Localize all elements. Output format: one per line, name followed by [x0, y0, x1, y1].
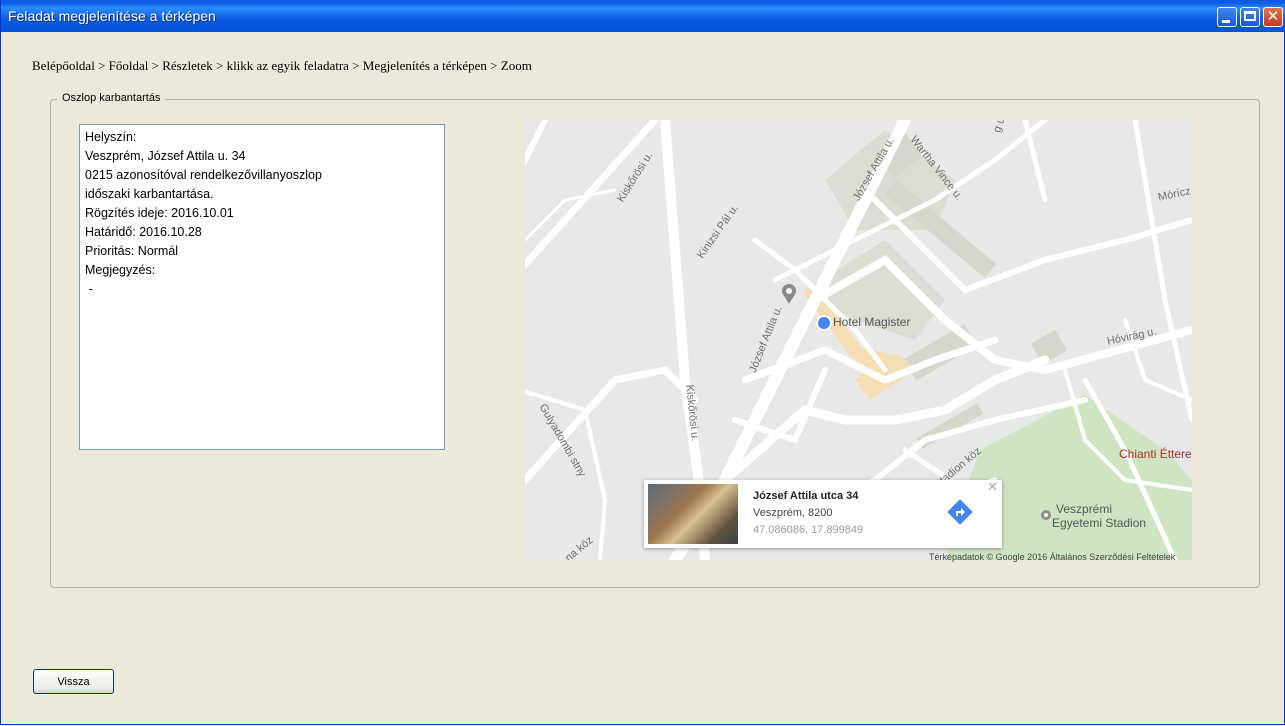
stadium-label-line1[interactable]: Veszprémi [1056, 502, 1112, 516]
detail-line: Rögzítés ideje: 2016.10.01 [85, 206, 234, 220]
current-location-icon [816, 315, 832, 331]
group-box-legend: Oszlop karbantartás [57, 92, 166, 104]
street-view-thumbnail[interactable] [648, 484, 738, 544]
maximize-icon [1244, 11, 1256, 21]
minimize-icon [1222, 20, 1230, 23]
maximize-button[interactable] [1240, 7, 1260, 27]
detail-line: Veszprém, József Attila u. 34 [85, 149, 246, 163]
detail-line: 0215 azonosítóval rendelkezővillanyoszlo… [85, 168, 322, 182]
card-coordinates: 47.086086, 17.899849 [753, 524, 864, 536]
title-bar[interactable]: Feladat megjelenítése a térképen ✕ [1, 0, 1285, 32]
directions-icon[interactable] [947, 499, 973, 525]
detail-line: Prioritás: Normál [85, 244, 179, 258]
stadium-icon [1041, 510, 1051, 520]
card-close-icon[interactable]: ✕ [987, 480, 998, 495]
detail-line: Határidő: 2016.10.28 [85, 225, 202, 239]
back-button[interactable]: Vissza [33, 669, 114, 694]
stadium-label-line2[interactable]: Egyetemi Stadion [1052, 516, 1146, 530]
close-button[interactable]: ✕ [1263, 7, 1283, 27]
application-window: Feladat megjelenítése a térképen ✕ Belép… [0, 0, 1285, 725]
detail-line: Helyszín: [85, 130, 137, 144]
window-title: Feladat megjelenítése a térképen [8, 8, 216, 24]
card-address-title: József Attila utca 34 [753, 490, 859, 502]
map-attribution[interactable]: Térképadatok © Google 2016 Általános Sze… [929, 552, 1175, 562]
breadcrumb: Belépőoldal > Főoldal > Részletek > klik… [32, 58, 532, 73]
minimize-button[interactable] [1217, 7, 1237, 27]
detail-line: időszaki karbantartása. [85, 187, 214, 201]
map-info-card[interactable]: József Attila utca 34 Veszprém, 8200 47.… [644, 480, 1002, 548]
close-icon: ✕ [1266, 7, 1280, 25]
detail-line: Megjegyzés: [85, 263, 156, 277]
hotel-label[interactable]: Hotel Magister [833, 315, 910, 329]
task-details-textbox[interactable]: Helyszín: Veszprém, József Attila u. 34 … [79, 124, 445, 450]
card-city: Veszprém, 8200 [753, 507, 833, 519]
detail-line: - [85, 282, 93, 296]
restaurant-label[interactable]: Chianti Étterem [1119, 447, 1192, 461]
